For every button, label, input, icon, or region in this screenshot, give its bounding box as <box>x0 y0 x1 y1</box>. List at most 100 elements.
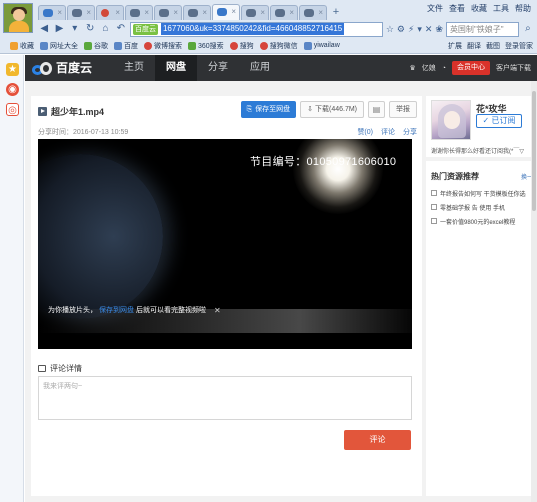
client-download-link[interactable]: 客户端下载 <box>496 63 531 73</box>
browser-tab[interactable]: × <box>125 5 153 20</box>
uploader-description: 谢谢你长得那么好看还订阅我(*￣▽ <box>431 149 524 155</box>
list-item[interactable]: 年终报告如何写 干货模板任你选 <box>431 186 535 200</box>
browser-chrome: × × × × × × × × × × + 文件 查看 收藏 工具 帮助 ◀ ▶… <box>0 0 537 54</box>
undo-icon[interactable]: ↶ <box>115 22 127 36</box>
comment-title: 评论详情 <box>50 364 82 373</box>
fav-label: 百度 <box>124 42 138 50</box>
list-item[interactable]: 一套价值9800元的excel教程 <box>431 214 535 228</box>
lightning-icon[interactable]: ⚡ <box>408 24 414 35</box>
back-icon[interactable]: ◀ <box>38 22 50 36</box>
browser-tab[interactable]: × <box>270 5 298 20</box>
fav-item-360[interactable]: 360搜索 <box>188 41 224 51</box>
list-item[interactable]: 零基础学报 告 使用 手机 <box>431 200 535 214</box>
notice-save-link[interactable]: 保存到网盘 <box>99 305 134 317</box>
translate-button[interactable]: 翻译 <box>467 41 481 51</box>
browser-tab[interactable]: × <box>183 5 211 20</box>
main-nav: 主页 网盘 分享 应用 <box>113 55 281 81</box>
notice-close-icon[interactable]: ✕ <box>214 305 221 317</box>
scrollbar-thumb[interactable] <box>532 91 536 211</box>
nav-apps[interactable]: 应用 <box>239 55 281 81</box>
tab-close-icon[interactable]: × <box>86 8 91 18</box>
page-icon <box>303 41 312 50</box>
nav-share[interactable]: 分享 <box>197 55 239 81</box>
tab-close-icon[interactable]: × <box>318 8 323 18</box>
tab-close-icon[interactable]: × <box>173 8 178 18</box>
extensions-button[interactable]: 扩展 <box>448 41 462 51</box>
tab-close-icon[interactable]: × <box>115 8 120 18</box>
tab-close-icon[interactable]: × <box>289 8 294 18</box>
more-icon[interactable]: ▤ <box>368 101 385 118</box>
browser-tab[interactable]: × <box>67 5 95 20</box>
close-icon[interactable]: ✕ <box>425 24 433 35</box>
comment-link[interactable]: 评论 <box>381 127 395 137</box>
cloud-icon <box>188 9 198 17</box>
tab-close-icon[interactable]: × <box>202 8 207 18</box>
user-avatar[interactable] <box>3 3 33 33</box>
search-input[interactable]: 英国制"铁娘子" <box>445 21 519 37</box>
tab-close-icon[interactable]: × <box>231 7 236 17</box>
favorites-star-icon[interactable]: ★ <box>6 63 19 76</box>
address-text[interactable]: 1677060&uk=3374850242&fid=46604885271641… <box>160 23 345 35</box>
chevron-down-icon[interactable]: ▾ <box>417 24 422 35</box>
fav-label: 谷歌 <box>94 42 108 50</box>
report-button[interactable]: 举报 <box>389 101 417 118</box>
username[interactable]: 亿娘 <box>422 63 436 73</box>
fav-item-weibo[interactable]: 微博搜索 <box>144 41 182 51</box>
fav-label: 360搜索 <box>198 42 224 50</box>
forward-icon[interactable]: ▶ <box>53 22 65 36</box>
settings-icon[interactable]: ⚙ <box>397 24 405 35</box>
nav-netdisk[interactable]: 网盘 <box>155 55 197 81</box>
fav-item-google[interactable]: 谷歌 <box>84 41 108 51</box>
save-to-disk-button[interactable]: ⎘ 保存至网盘 <box>240 101 297 118</box>
weibo-icon[interactable]: ◉ <box>6 83 19 96</box>
menu-tools[interactable]: 工具 <box>493 4 509 14</box>
fav-item-sogou[interactable]: 搜狗 <box>229 41 254 51</box>
bookmark-star-icon[interactable]: ☆ <box>386 24 394 35</box>
fav-item-sogou-wechat[interactable]: 搜狗微信 <box>259 41 298 51</box>
dropdown-icon[interactable]: ▾ <box>69 22 81 36</box>
address-bar[interactable]: 百度云 1677060&uk=3374850242&fid=4660488527… <box>129 21 383 37</box>
refresh-icon[interactable]: ↻ <box>84 22 96 36</box>
fav-label: 搜狗 <box>239 42 254 50</box>
fav-item-yiwailaw[interactable]: yiwailaw <box>303 41 340 50</box>
browser-tab[interactable]: × <box>299 5 327 20</box>
browser-tab[interactable]: × <box>96 5 124 20</box>
uploader-avatar[interactable] <box>431 100 471 140</box>
fav-item-hao123[interactable]: 网址大全 <box>40 41 78 51</box>
browser-tab[interactable]: × <box>154 5 182 20</box>
new-tab-button[interactable]: + <box>330 6 342 18</box>
logo[interactable]: 百度云 <box>32 60 92 76</box>
browser-tab[interactable]: × <box>38 5 66 20</box>
save-label: 保存至网盘 <box>255 106 291 113</box>
home-icon[interactable]: ⌂ <box>99 22 111 36</box>
screenshot-button[interactable]: 截图 <box>486 41 500 51</box>
tab-close-icon[interactable]: × <box>57 8 62 18</box>
tab-close-icon[interactable]: × <box>144 8 149 18</box>
fav-item-baidu[interactable]: 百度 <box>114 41 138 51</box>
like-link[interactable]: 赞(0) <box>357 127 373 137</box>
download-icon: ⇩ <box>307 106 315 113</box>
fav-item-collect[interactable]: 收藏 <box>10 41 34 51</box>
search-icon[interactable]: ⌕ <box>522 22 534 36</box>
page-scrollbar[interactable] <box>531 81 537 502</box>
menu-favorites[interactable]: 收藏 <box>471 4 487 14</box>
download-button[interactable]: ⇩ 下载(446.7M) <box>300 101 364 118</box>
login-manager-button[interactable]: 登录管家 <box>505 41 533 51</box>
paw-icon[interactable]: ❀ <box>435 24 443 35</box>
list-item-label: 年终报告如何写 干货模板任你选 <box>440 191 526 198</box>
bell-icon[interactable]: ◔ <box>442 65 446 72</box>
nav-home[interactable]: 主页 <box>113 55 155 81</box>
menu-help[interactable]: 帮助 <box>515 4 531 14</box>
browser-tab-active[interactable]: × <box>212 4 240 20</box>
menu-view[interactable]: 查看 <box>449 4 465 14</box>
vip-center-button[interactable]: 会员中心 <box>452 61 490 75</box>
video-player[interactable]: 节目编号：01050971606010 为你播放片头， 保存到网盘 后就可以看完… <box>38 139 412 349</box>
subscribed-button[interactable]: ✓ 已订阅 <box>476 114 522 128</box>
tab-close-icon[interactable]: × <box>260 8 265 18</box>
submit-comment-button[interactable]: 评论 <box>344 430 411 450</box>
menu-file[interactable]: 文件 <box>427 4 443 14</box>
browser-tab[interactable]: × <box>241 5 269 20</box>
share-link[interactable]: 分享 <box>403 127 417 137</box>
comment-input[interactable]: 我来评两句~ <box>38 376 412 420</box>
record-icon[interactable]: ◎ <box>6 103 19 116</box>
